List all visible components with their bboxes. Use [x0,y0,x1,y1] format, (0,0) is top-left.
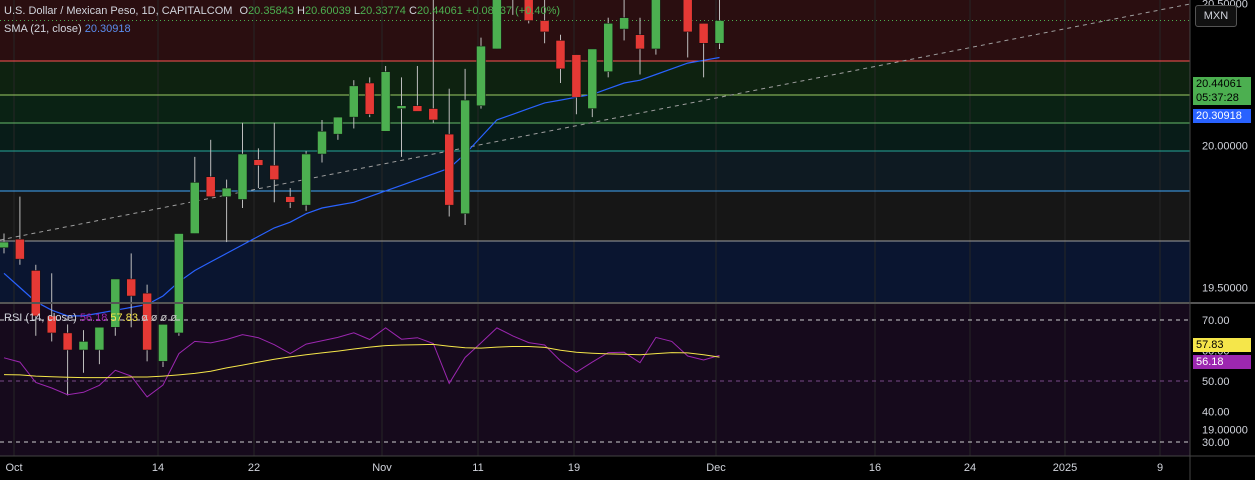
candle-body [587,48,598,109]
high-label: H [297,5,305,17]
rsi-badge: 56.18 [1193,355,1251,369]
open-value: 20.35843 [248,5,294,17]
candle-body [317,131,327,155]
zone-band [0,123,1190,151]
candle [587,48,598,118]
time-tick-label: 24 [964,462,976,474]
rsi-legend[interactable]: RSI (14, close) 56.18 57.83 ø ø ø ø [4,312,177,324]
countdown-badge: 05:37:28 [1193,91,1251,105]
candle-body [444,133,454,206]
candle-body [0,241,9,248]
symbol-title[interactable]: U.S. Dollar / Mexican Peso, 1D, CAPITALC… [4,5,232,17]
sma-value: 20.30918 [84,23,131,35]
candle-body [396,105,407,109]
candle-body [15,238,25,260]
time-tick-label: 22 [248,462,260,474]
candle-body [412,105,423,112]
candle-body [205,176,216,197]
candle [158,324,168,368]
rsi-tick-label: 50.00 [1202,376,1230,388]
time-tick-label: 14 [152,462,164,474]
low-value: 20.33774 [360,5,406,17]
candle-body [158,324,168,362]
candle-body [285,196,295,203]
candle-body [126,278,136,297]
candle [603,17,613,78]
rsi-tick-label: 30.00 [1202,437,1230,449]
candle-body [221,187,232,197]
candle [380,65,391,132]
rsi-tick-label: 40.00 [1202,407,1230,419]
candle-body [460,99,470,214]
chart-root: 20.5000020.0000019.5000019.0000070.0060.… [0,0,1255,480]
candle-body [555,40,566,70]
price-tick-label: 19.00000 [1202,425,1248,437]
currency-button[interactable]: MXN [1195,5,1237,27]
time-tick-label: 2025 [1053,462,1077,474]
rsi-label: RSI (14, close) [4,312,77,324]
candle-body [428,108,439,121]
sma-label: SMA (21, close) [4,23,82,35]
price-tick-label: 19.50000 [1202,283,1248,295]
time-tick-label: 16 [869,462,881,474]
header-legend: U.S. Dollar / Mexican Peso, 1D, CAPITALC… [4,5,560,17]
candle-body [237,153,248,200]
candle-body [94,327,105,351]
candle-body [253,159,264,166]
rsi-value: 56.18 [79,312,108,324]
candle [651,0,661,55]
time-tick-label: 11 [472,462,483,474]
candle-body [31,270,41,317]
candle-body [476,45,486,106]
time-tick-label: Nov [372,462,392,474]
open-label: O [239,5,249,17]
time-tick-label: 9 [1157,462,1163,474]
candle-body [364,82,375,115]
candle-body [269,165,280,180]
candle-body [333,116,343,135]
candle [110,278,121,336]
candle [364,77,375,118]
candle [476,37,486,109]
sma-legend[interactable]: SMA (21, close) 20.30918 [4,23,131,35]
rsi-tick-label: 70.00 [1202,315,1230,327]
candle-body [301,153,311,206]
time-tick-label: 19 [568,462,580,474]
candle-body [714,20,725,44]
close-label: C [408,5,417,17]
candle-body [682,0,693,33]
candle-body [78,341,89,351]
candle-body [539,20,550,33]
candle-body [190,182,200,234]
zone-band [0,151,1190,191]
candle-body [349,85,359,118]
candle-body [651,0,661,50]
time-tick-label: Dec [706,462,726,474]
price-tick-label: 20.00000 [1202,141,1248,153]
rsi-ma-value: 57.83 [110,312,138,324]
candle-body [62,332,73,351]
candle-body [635,34,645,50]
candle-body [603,23,613,72]
change-value: +0.08237 (+0.40%) [465,5,561,17]
candle-body [619,17,629,30]
last-price-badge: 20.44061 [1193,77,1251,91]
sma-badge: 20.30918 [1193,109,1251,123]
candle [301,151,311,211]
chart-canvas[interactable]: 20.5000020.0000019.5000019.0000070.0060.… [0,0,1255,480]
candle-body [380,71,391,132]
candle-body [698,23,709,44]
rsi-ma-badge: 57.83 [1193,338,1251,352]
close-value: 20.44061 [416,5,463,17]
candle-body [571,54,582,98]
time-tick-label: Oct [5,462,22,474]
high-value: 20.60039 [304,5,351,17]
rsi-na-values: ø ø ø ø [141,312,178,324]
